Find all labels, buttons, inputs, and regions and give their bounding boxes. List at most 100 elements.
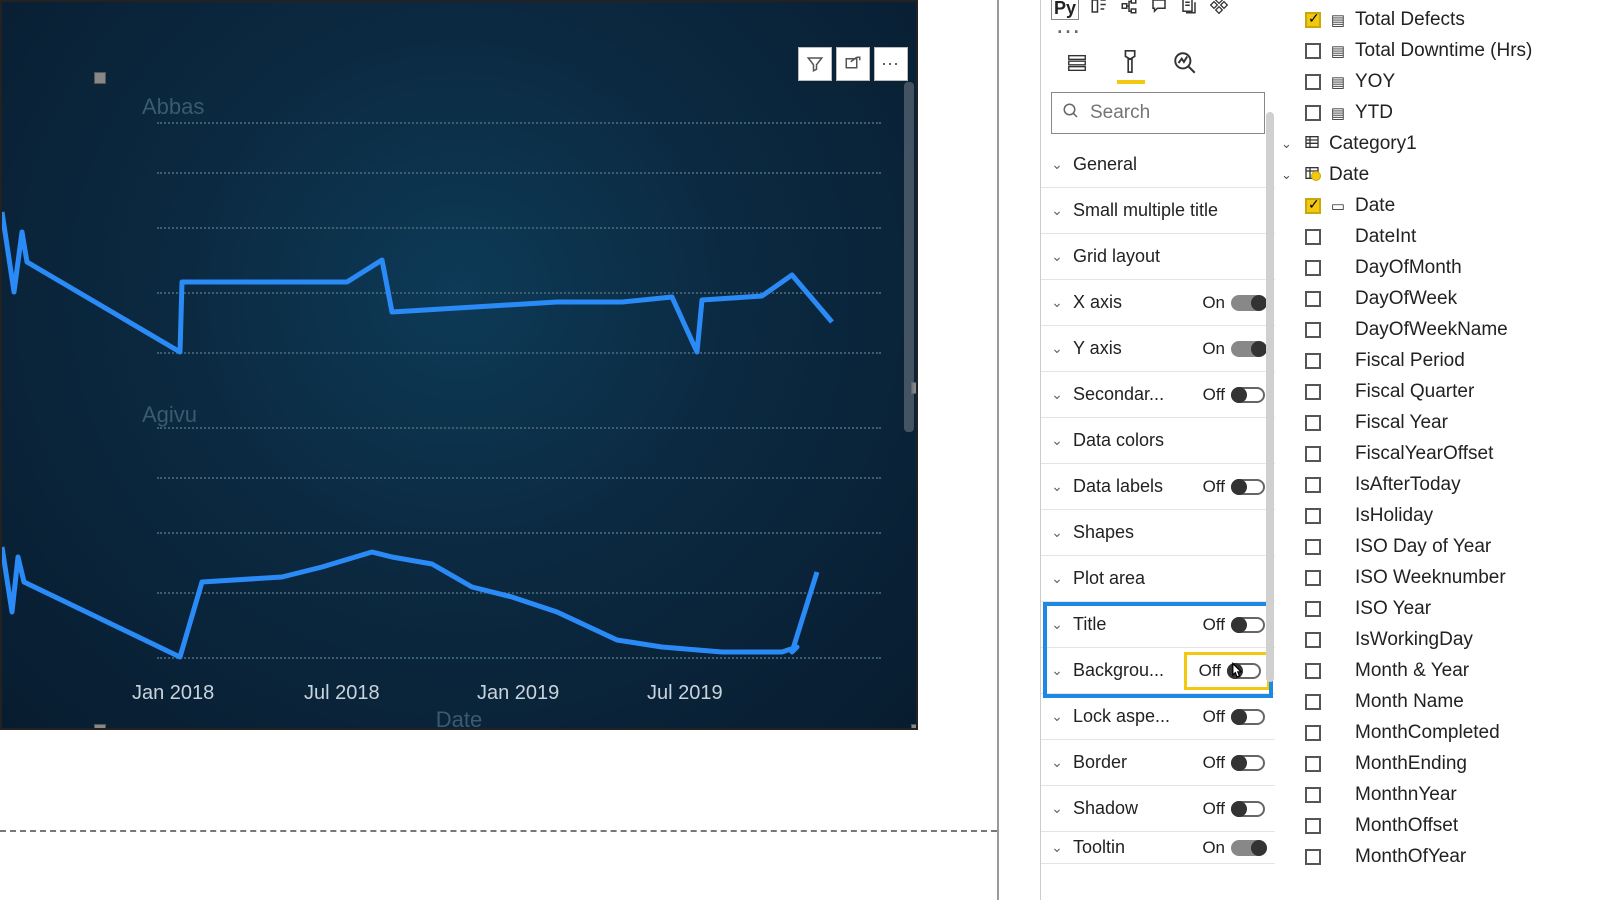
checkbox[interactable] bbox=[1305, 570, 1321, 586]
format-scrollbar[interactable] bbox=[1266, 112, 1274, 682]
field-yoy[interactable]: ▤YOY bbox=[1279, 66, 1594, 97]
field-dateint[interactable]: DateInt bbox=[1279, 221, 1594, 252]
field-isworkingday[interactable]: IsWorkingDay bbox=[1279, 624, 1594, 655]
checkbox[interactable] bbox=[1305, 322, 1321, 338]
field-monthcompleted[interactable]: MonthCompleted bbox=[1279, 717, 1594, 748]
hierarchy-icon: ▭ bbox=[1329, 197, 1347, 215]
field-fiscal-year[interactable]: Fiscal Year bbox=[1279, 407, 1594, 438]
field-month-name[interactable]: Month Name bbox=[1279, 686, 1594, 717]
format-card-general[interactable]: ⌄ General bbox=[1041, 142, 1275, 188]
checkbox[interactable] bbox=[1305, 74, 1321, 90]
chevron-icon[interactable]: ⌄ bbox=[1281, 167, 1295, 183]
field-monthending[interactable]: MonthEnding bbox=[1279, 748, 1594, 779]
chevron-icon[interactable]: ⌄ bbox=[1281, 136, 1295, 152]
field-total-defects[interactable]: ▤Total Defects bbox=[1279, 4, 1594, 35]
format-card-tooltin[interactable]: ⌄ Tooltin On bbox=[1041, 832, 1275, 864]
decomposition-tree-icon[interactable] bbox=[1119, 0, 1139, 20]
toggle[interactable]: Off bbox=[1197, 753, 1265, 773]
checkbox[interactable] bbox=[1305, 477, 1321, 493]
field-total-downtime-hrs-[interactable]: ▤Total Downtime (Hrs) bbox=[1279, 35, 1594, 66]
toggle[interactable]: Off bbox=[1197, 385, 1265, 405]
toggle[interactable]: Off bbox=[1197, 707, 1265, 727]
checkbox[interactable] bbox=[1305, 508, 1321, 524]
format-search[interactable] bbox=[1051, 92, 1265, 134]
format-options-list: ⌄ General⌄ Small multiple title⌄ Grid la… bbox=[1041, 142, 1275, 900]
checkbox[interactable] bbox=[1305, 384, 1321, 400]
field-monthofyear[interactable]: MonthOfYear bbox=[1279, 841, 1594, 872]
format-card-small-multiple-title[interactable]: ⌄ Small multiple title bbox=[1041, 188, 1275, 234]
field-monthoffset[interactable]: MonthOffset bbox=[1279, 810, 1594, 841]
paginated-report-icon[interactable] bbox=[1179, 0, 1199, 20]
format-card-shapes[interactable]: ⌄ Shapes bbox=[1041, 510, 1275, 556]
format-tab[interactable] bbox=[1117, 48, 1145, 84]
custom-visual-icon[interactable] bbox=[1209, 0, 1229, 20]
field-dayofweekname[interactable]: DayOfWeekName bbox=[1279, 314, 1594, 345]
checkbox[interactable] bbox=[1305, 601, 1321, 617]
format-card-data-labels[interactable]: ⌄ Data labels Off bbox=[1041, 464, 1275, 510]
field-ytd[interactable]: ▤YTD bbox=[1279, 97, 1594, 128]
measure-icon: ▤ bbox=[1329, 11, 1347, 29]
field-isholiday[interactable]: IsHoliday bbox=[1279, 500, 1594, 531]
format-card-shadow[interactable]: ⌄ Shadow Off bbox=[1041, 786, 1275, 832]
checkbox[interactable] bbox=[1305, 12, 1321, 28]
field-month-year[interactable]: Month & Year bbox=[1279, 655, 1594, 686]
toggle[interactable]: Off bbox=[1197, 799, 1265, 819]
cursor-icon bbox=[1227, 660, 1247, 688]
checkbox[interactable] bbox=[1305, 291, 1321, 307]
field-dayofweek[interactable]: DayOfWeek bbox=[1279, 283, 1594, 314]
field-fiscalyearoffset[interactable]: FiscalYearOffset bbox=[1279, 438, 1594, 469]
field-date[interactable]: ▭Date bbox=[1279, 190, 1594, 221]
field-dayofmonth[interactable]: DayOfMonth bbox=[1279, 252, 1594, 283]
toggle[interactable]: Off bbox=[1197, 615, 1265, 635]
more-visuals-icon[interactable]: … bbox=[1041, 20, 1275, 38]
toggle[interactable]: On bbox=[1197, 339, 1265, 359]
table-date[interactable]: ⌄Date bbox=[1279, 159, 1594, 190]
format-card-x-axis[interactable]: ⌄ X axis On bbox=[1041, 280, 1275, 326]
format-card-title[interactable]: ⌄ Title Off bbox=[1041, 602, 1275, 648]
toggle[interactable]: Off bbox=[1197, 477, 1265, 497]
checkbox[interactable] bbox=[1305, 539, 1321, 555]
checkbox[interactable] bbox=[1305, 260, 1321, 276]
checkbox[interactable] bbox=[1305, 694, 1321, 710]
field-iso-weeknumber[interactable]: ISO Weeknumber bbox=[1279, 562, 1594, 593]
checkbox[interactable] bbox=[1305, 632, 1321, 648]
checkbox[interactable] bbox=[1305, 105, 1321, 121]
format-card-secondar-[interactable]: ⌄ Secondar... Off bbox=[1041, 372, 1275, 418]
checkbox[interactable] bbox=[1305, 787, 1321, 803]
key-influencers-icon[interactable] bbox=[1089, 0, 1109, 20]
line-chart-visual[interactable]: ⋯ Abbas Agivu Jan 2018 bbox=[0, 0, 918, 730]
search-input[interactable] bbox=[1090, 102, 1254, 124]
format-card-backgrou-[interactable]: ⌄ Backgrou... Off bbox=[1041, 648, 1275, 694]
checkbox[interactable] bbox=[1305, 198, 1321, 214]
format-card-grid-layout[interactable]: ⌄ Grid layout bbox=[1041, 234, 1275, 280]
analytics-tab[interactable] bbox=[1171, 48, 1199, 84]
checkbox[interactable] bbox=[1305, 229, 1321, 245]
format-card-lock-aspe-[interactable]: ⌄ Lock aspe... Off bbox=[1041, 694, 1275, 740]
table-category1[interactable]: ⌄Category1 bbox=[1279, 128, 1594, 159]
checkbox[interactable] bbox=[1305, 43, 1321, 59]
qa-visual-icon[interactable] bbox=[1149, 0, 1169, 20]
checkbox[interactable] bbox=[1305, 756, 1321, 772]
format-card-y-axis[interactable]: ⌄ Y axis On bbox=[1041, 326, 1275, 372]
checkbox[interactable] bbox=[1305, 415, 1321, 431]
measure-icon: ▤ bbox=[1329, 73, 1347, 91]
checkbox[interactable] bbox=[1305, 353, 1321, 369]
toggle[interactable]: On bbox=[1197, 838, 1265, 858]
field-fiscal-period[interactable]: Fiscal Period bbox=[1279, 345, 1594, 376]
field-iso-year[interactable]: ISO Year bbox=[1279, 593, 1594, 624]
field-isaftertoday[interactable]: IsAfterToday bbox=[1279, 469, 1594, 500]
toggle[interactable]: On bbox=[1197, 293, 1265, 313]
field-fiscal-quarter[interactable]: Fiscal Quarter bbox=[1279, 376, 1594, 407]
fields-tab[interactable] bbox=[1063, 48, 1091, 84]
checkbox[interactable] bbox=[1305, 663, 1321, 679]
checkbox[interactable] bbox=[1305, 725, 1321, 741]
field-iso-day-of-year[interactable]: ISO Day of Year bbox=[1279, 531, 1594, 562]
format-card-data-colors[interactable]: ⌄ Data colors bbox=[1041, 418, 1275, 464]
checkbox[interactable] bbox=[1305, 849, 1321, 865]
format-card-border[interactable]: ⌄ Border Off bbox=[1041, 740, 1275, 786]
checkbox[interactable] bbox=[1305, 446, 1321, 462]
report-canvas[interactable]: ⋯ Abbas Agivu Jan 2018 bbox=[0, 0, 1040, 900]
field-monthnyear[interactable]: MonthnYear bbox=[1279, 779, 1594, 810]
checkbox[interactable] bbox=[1305, 818, 1321, 834]
format-card-plot-area[interactable]: ⌄ Plot area bbox=[1041, 556, 1275, 602]
